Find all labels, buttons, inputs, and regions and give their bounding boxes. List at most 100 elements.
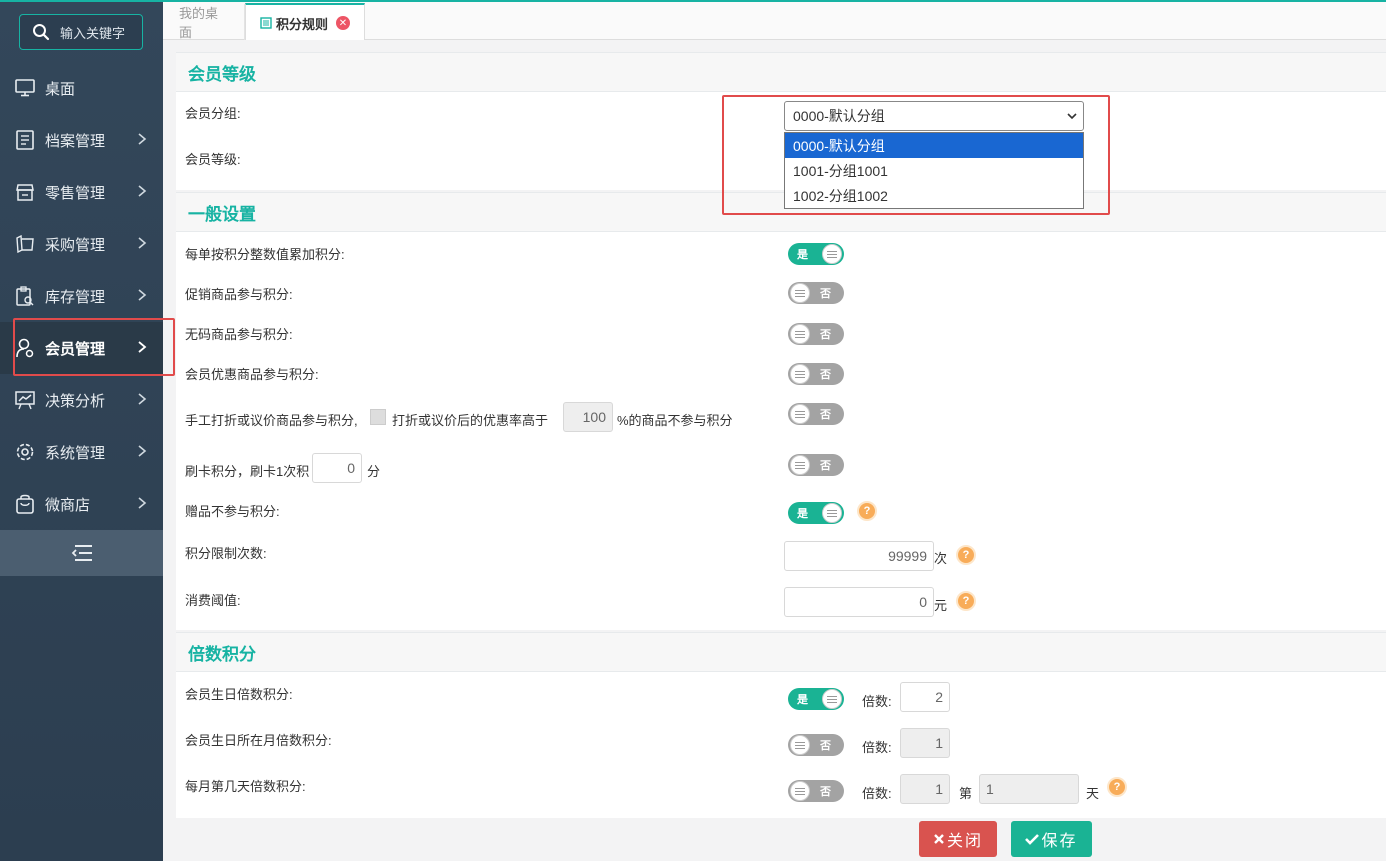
setting-label: 会员生日倍数积分:: [185, 687, 293, 702]
input-value: 1: [986, 781, 994, 797]
input-value: 1: [935, 735, 943, 751]
check-icon: [1025, 834, 1040, 845]
setting-label: 会员优惠商品参与积分:: [185, 367, 319, 382]
setting-label: 会员生日所在月倍数积分:: [185, 733, 332, 748]
unit-label: 次: [934, 551, 948, 566]
toggle-state: 是: [797, 508, 808, 520]
dropdown-option[interactable]: 1002-分组1002: [785, 183, 1083, 208]
toggle-switch-gift[interactable]: 是: [788, 502, 844, 524]
unit-label: 分: [367, 464, 381, 479]
toggle-switch-nocode[interactable]: 否: [788, 323, 844, 345]
sidebar-item-archive[interactable]: 档案管理: [0, 114, 163, 166]
toggle-state: 是: [797, 249, 808, 261]
store-icon: [14, 181, 36, 203]
multiplier-label: 倍数:: [862, 740, 892, 755]
tab-my-desktop[interactable]: 我的桌面: [165, 4, 245, 40]
member-group-selected: 0000-默认分组: [793, 108, 885, 124]
sidebar-item-label: 系统管理: [45, 444, 106, 462]
setting-label: 每月第几天倍数积分:: [185, 779, 306, 794]
consumption-threshold-input[interactable]: 0: [784, 587, 934, 617]
sidebar-item-shop[interactable]: 微商店: [0, 478, 163, 530]
chevron-right-icon: [138, 497, 147, 509]
button-label: 关闭: [946, 833, 983, 850]
sidebar-nav: 桌面 档案管理 零售管理 采购管理 库存管理 会员管理 决策分析 系统管理 微商…: [0, 62, 163, 530]
day-of-month-input[interactable]: 1: [979, 774, 1079, 804]
toggle-switch-day-of-month[interactable]: 否: [788, 780, 844, 802]
setting-label: 促销商品参与积分:: [185, 287, 293, 302]
member-group-select[interactable]: 0000-默认分组: [784, 101, 1084, 131]
birth-month-multiplier-input[interactable]: 1: [900, 728, 950, 758]
input-value: 0: [919, 594, 927, 610]
search-placeholder: 输入关键字: [60, 25, 126, 41]
toggle-switch-card[interactable]: 否: [788, 454, 844, 476]
sidebar-item-analysis[interactable]: 决策分析: [0, 374, 163, 426]
shop-icon: [14, 493, 36, 515]
close-icon: [934, 834, 944, 844]
sidebar-item-purchase[interactable]: 采购管理: [0, 218, 163, 270]
toggle-knob-icon: [822, 244, 842, 264]
sidebar-item-label: 桌面: [45, 80, 76, 98]
sidebar-item-system[interactable]: 系统管理: [0, 426, 163, 478]
sidebar-search[interactable]: 输入关键字: [19, 14, 143, 50]
toggle-state: 否: [820, 369, 831, 381]
dropdown-option[interactable]: 1001-分组1001: [785, 158, 1083, 183]
toggle-state: 否: [820, 460, 831, 472]
save-button[interactable]: 保存: [1011, 821, 1092, 857]
help-icon[interactable]: ?: [956, 545, 976, 565]
sidebar-item-label: 库存管理: [45, 288, 106, 306]
tab-points-rules[interactable]: 积分规则 ✕: [245, 3, 365, 41]
button-label: 保存: [1041, 833, 1078, 850]
general-settings-panel: [176, 232, 1386, 630]
help-icon[interactable]: ?: [956, 591, 976, 611]
chevron-right-icon: [138, 341, 147, 353]
toggle-state: 是: [797, 694, 808, 706]
day-multiplier-input[interactable]: 1: [900, 774, 950, 804]
birthday-multiplier-input[interactable]: 2: [900, 682, 950, 712]
help-icon[interactable]: ?: [1107, 777, 1127, 797]
sidebar-item-desktop[interactable]: 桌面: [0, 62, 163, 114]
toggle-knob-icon: [822, 689, 842, 709]
card-points-input[interactable]: 0: [312, 453, 362, 483]
sidebar-item-member[interactable]: 会员管理: [0, 322, 163, 374]
unit-label: 元: [934, 598, 948, 613]
discount-rate-checkbox[interactable]: [370, 409, 386, 425]
toggle-switch-accumulate[interactable]: 是: [788, 243, 844, 265]
sidebar-item-inventory[interactable]: 库存管理: [0, 270, 163, 322]
chevron-right-icon: [138, 133, 147, 145]
member-icon: [14, 337, 36, 359]
close-button[interactable]: 关闭: [919, 821, 997, 857]
toggle-state: 否: [820, 786, 831, 798]
archive-icon: [14, 129, 36, 151]
discount-rate-input[interactable]: 100: [563, 402, 613, 432]
toggle-switch-manual-discount[interactable]: 否: [788, 403, 844, 425]
sidebar-collapse-button[interactable]: [0, 530, 163, 576]
sidebar-item-label: 零售管理: [45, 184, 106, 202]
sidebar-item-label: 档案管理: [45, 132, 106, 150]
top-accent-line: [0, 0, 1386, 2]
purchase-icon: [14, 233, 36, 255]
member-group-dropdown: 0000-默认分组 1001-分组1001 1002-分组1002: [784, 132, 1084, 209]
help-icon[interactable]: ?: [857, 501, 877, 521]
toggle-switch-birthday[interactable]: 是: [788, 688, 844, 710]
sidebar-item-label: 采购管理: [45, 236, 106, 254]
input-value: 99999: [888, 548, 927, 564]
sidebar-item-label: 微商店: [45, 496, 91, 514]
sidebar-item-retail[interactable]: 零售管理: [0, 166, 163, 218]
toggle-switch-promo[interactable]: 否: [788, 282, 844, 304]
close-tab-icon[interactable]: ✕: [336, 16, 350, 30]
document-icon: [260, 17, 272, 29]
points-limit-input[interactable]: 99999: [784, 541, 934, 571]
inventory-icon: [14, 285, 36, 307]
toggle-switch-birth-month[interactable]: 否: [788, 734, 844, 756]
dropdown-option[interactable]: 0000-默认分组: [785, 133, 1083, 158]
member-group-label: 会员分组:: [185, 106, 241, 121]
toggle-switch-member-discount[interactable]: 否: [788, 363, 844, 385]
toggle-state: 否: [820, 329, 831, 341]
input-value: 1: [935, 781, 943, 797]
section-title-text: 一般设置: [188, 204, 256, 224]
setting-label: 积分限制次数:: [185, 546, 267, 561]
section-title-text: 倍数积分: [188, 644, 256, 664]
setting-label: 每单按积分整数值累加积分:: [185, 247, 345, 262]
multiple-points-panel: [176, 672, 1386, 818]
chevron-right-icon: [138, 237, 147, 249]
